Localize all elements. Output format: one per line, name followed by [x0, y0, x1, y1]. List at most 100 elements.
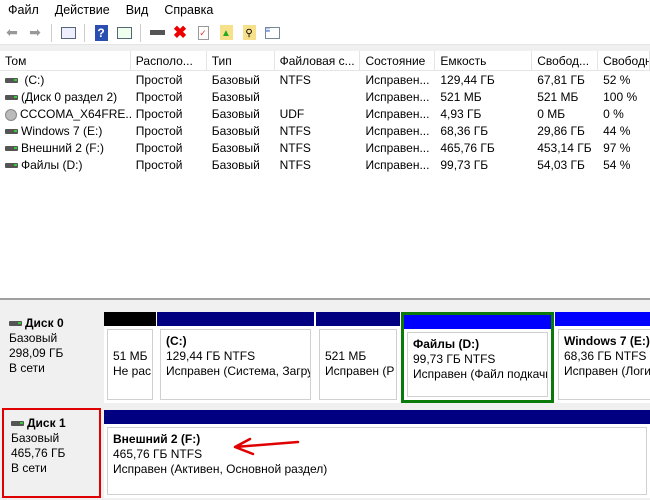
partition-title: Файлы (D:)	[413, 337, 480, 351]
properties-icon[interactable]: ✓	[193, 23, 213, 43]
cell-text: 4,93 ГБ	[440, 107, 482, 121]
cell-text: 465,76 ГБ	[440, 141, 495, 155]
column-header[interactable]: Располо...	[131, 51, 207, 71]
table-row[interactable]: (C:) Простой Базовый NTFS Исправен... 129,44 …	[0, 72, 650, 89]
column-header[interactable]: Состояние	[360, 51, 436, 71]
cell-text: 54,03 ГБ	[537, 158, 585, 172]
list-icon[interactable]: ≡	[262, 23, 282, 43]
delete-icon[interactable]: ✖	[170, 23, 190, 43]
cell-text: Простой	[135, 124, 183, 138]
cell-text: 67,81 ГБ	[537, 73, 585, 87]
toolbar: ⬅ ➡ ? ✖ ✓ ▲ ⚲ ≡	[0, 21, 650, 45]
table-row[interactable]: Внешний 2 (F:) Простой Базовый NTFS Исправен…	[0, 140, 650, 157]
table-cell: Файлы (D:)	[0, 157, 131, 174]
table-row[interactable]: (Диск 0 раздел 2) Простой Базовый Исправен.…	[0, 89, 650, 106]
cell-text: Исправен...	[365, 124, 430, 138]
column-header[interactable]: Емкость	[435, 51, 533, 71]
cell-text: CCCOMA_X64FRE...	[20, 107, 131, 121]
partition-status: Исправен (Р	[325, 364, 395, 378]
partition-body: (C:) 129,44 ГБ NTFS Исправен (Система, Заг…	[160, 329, 311, 400]
table-cell: Простой	[131, 140, 207, 157]
disk-label[interactable]: Диск 0 Базовый 298,09 ГБ В сети	[2, 310, 101, 403]
partition-bar	[316, 312, 400, 326]
menu-view[interactable]: Вид	[118, 3, 157, 17]
table-cell: 521 МБ	[435, 89, 532, 106]
cell-text: UDF	[279, 107, 305, 121]
table-row[interactable]: Файлы (D:) Простой Базовый NTFS Исправен... 9…	[0, 157, 650, 174]
partition-bar	[404, 315, 551, 329]
partition[interactable]: Windows 7 (E:) 68,36 ГБ NTFS Исправен (Лог…	[555, 312, 650, 403]
partition-bar	[104, 312, 156, 326]
table-cell: 0 МБ	[532, 106, 598, 123]
folder-up-icon[interactable]: ▲	[216, 23, 236, 43]
table-cell: (Диск 0 раздел 2)	[0, 89, 131, 106]
partition[interactable]: (C:) 129,44 ГБ NTFS Исправен (Система, Заг…	[157, 312, 314, 403]
partition[interactable]: 51 МБ Не рас	[104, 312, 156, 403]
cell-text: Простой	[135, 90, 183, 104]
cell-text: (C:)	[21, 73, 45, 87]
cell-text: Исправен...	[365, 90, 430, 104]
drive-icon	[9, 321, 22, 327]
partition[interactable]: Файлы (D:) 99,73 ГБ NTFS Исправен (Файл по…	[401, 312, 554, 403]
disk-name: Диск 1	[27, 416, 66, 430]
partition-body: Windows 7 (E:) 68,36 ГБ NTFS Исправен (Лог…	[558, 329, 650, 400]
table-cell: (C:)	[0, 72, 131, 89]
cell-text: 29,86 ГБ	[537, 124, 585, 138]
cell-text: NTFS	[279, 124, 311, 138]
table-cell: Исправен...	[360, 106, 435, 123]
partition[interactable]: 521 МБ Исправен (Р	[316, 312, 400, 403]
partition-size: 521 МБ	[325, 349, 367, 363]
table-row[interactable]: CCCOMA_X64FRE... Простой Базовый UDF Исправе…	[0, 106, 650, 123]
partition-status: Не рас	[113, 364, 152, 378]
partition-bar	[157, 312, 314, 326]
cell-text: NTFS	[279, 158, 311, 172]
cell-text: Внешний 2 (F:)	[21, 141, 104, 155]
partition-title: Windows 7 (E:)	[564, 334, 650, 348]
table-cell: Исправен...	[360, 123, 435, 140]
table-cell: 44 %	[598, 123, 650, 140]
table-cell: Исправен...	[360, 140, 435, 157]
connect-drive-icon[interactable]	[147, 23, 167, 43]
column-header[interactable]: Свобод...	[532, 51, 599, 71]
table-cell	[275, 89, 361, 106]
column-header[interactable]: Тип	[207, 51, 275, 71]
table-row[interactable]: Windows 7 (E:) Простой Базовый NTFS Исправен…	[0, 123, 650, 140]
menu-action[interactable]: Действие	[47, 3, 118, 17]
table-cell: 29,86 ГБ	[532, 123, 598, 140]
table-cell: 4,93 ГБ	[435, 106, 532, 123]
help-icon[interactable]: ?	[91, 23, 111, 43]
table-cell: Исправен...	[360, 89, 435, 106]
console-tree-icon[interactable]	[58, 23, 78, 43]
disk-size: 298,09 ГБ	[9, 346, 64, 360]
column-header[interactable]: Том	[0, 51, 131, 71]
partition-body: 521 МБ Исправен (Р	[319, 329, 397, 400]
column-header[interactable]: Свободно	[598, 51, 650, 71]
partition[interactable]: Внешний 2 (F:) 465,76 ГБ NTFS Исправен (Ак…	[104, 410, 650, 498]
disk-graphical-view: Диск 0 Базовый 298,09 ГБ В сети 51 МБ Не рас …	[0, 298, 650, 500]
table-cell: NTFS	[275, 123, 361, 140]
menu-bar: Файл Действие Вид Справка	[0, 0, 650, 20]
table-cell: 100 %	[598, 89, 650, 106]
table-cell: Базовый	[207, 140, 275, 157]
table-cell: Базовый	[207, 157, 275, 174]
volume-list-header: Том Располо... Тип Файловая с... Состоян…	[0, 51, 650, 71]
cell-text: Базовый	[211, 90, 260, 104]
table-cell: Простой	[131, 106, 207, 123]
column-header[interactable]: Файловая с...	[275, 51, 361, 71]
drive-icon	[5, 95, 18, 101]
table-cell: Простой	[131, 123, 207, 140]
forward-icon[interactable]: ➡	[25, 23, 45, 43]
toolbar-separator	[51, 23, 52, 42]
action-pane-icon[interactable]	[114, 23, 134, 43]
folder-search-icon[interactable]: ⚲	[239, 23, 259, 43]
table-cell: 0 %	[598, 106, 650, 123]
back-icon[interactable]: ⬅	[2, 23, 22, 43]
cell-text: NTFS	[279, 141, 311, 155]
disk-label[interactable]: Диск 1 Базовый 465,76 ГБ В сети	[2, 408, 101, 498]
menu-help[interactable]: Справка	[156, 3, 221, 17]
cell-text: Windows 7 (E:)	[21, 124, 103, 138]
cell-text: (Диск 0 раздел 2)	[21, 90, 118, 104]
cd-drive-icon	[5, 108, 17, 121]
cell-text: 100 %	[603, 90, 638, 104]
menu-file[interactable]: Файл	[0, 3, 47, 17]
